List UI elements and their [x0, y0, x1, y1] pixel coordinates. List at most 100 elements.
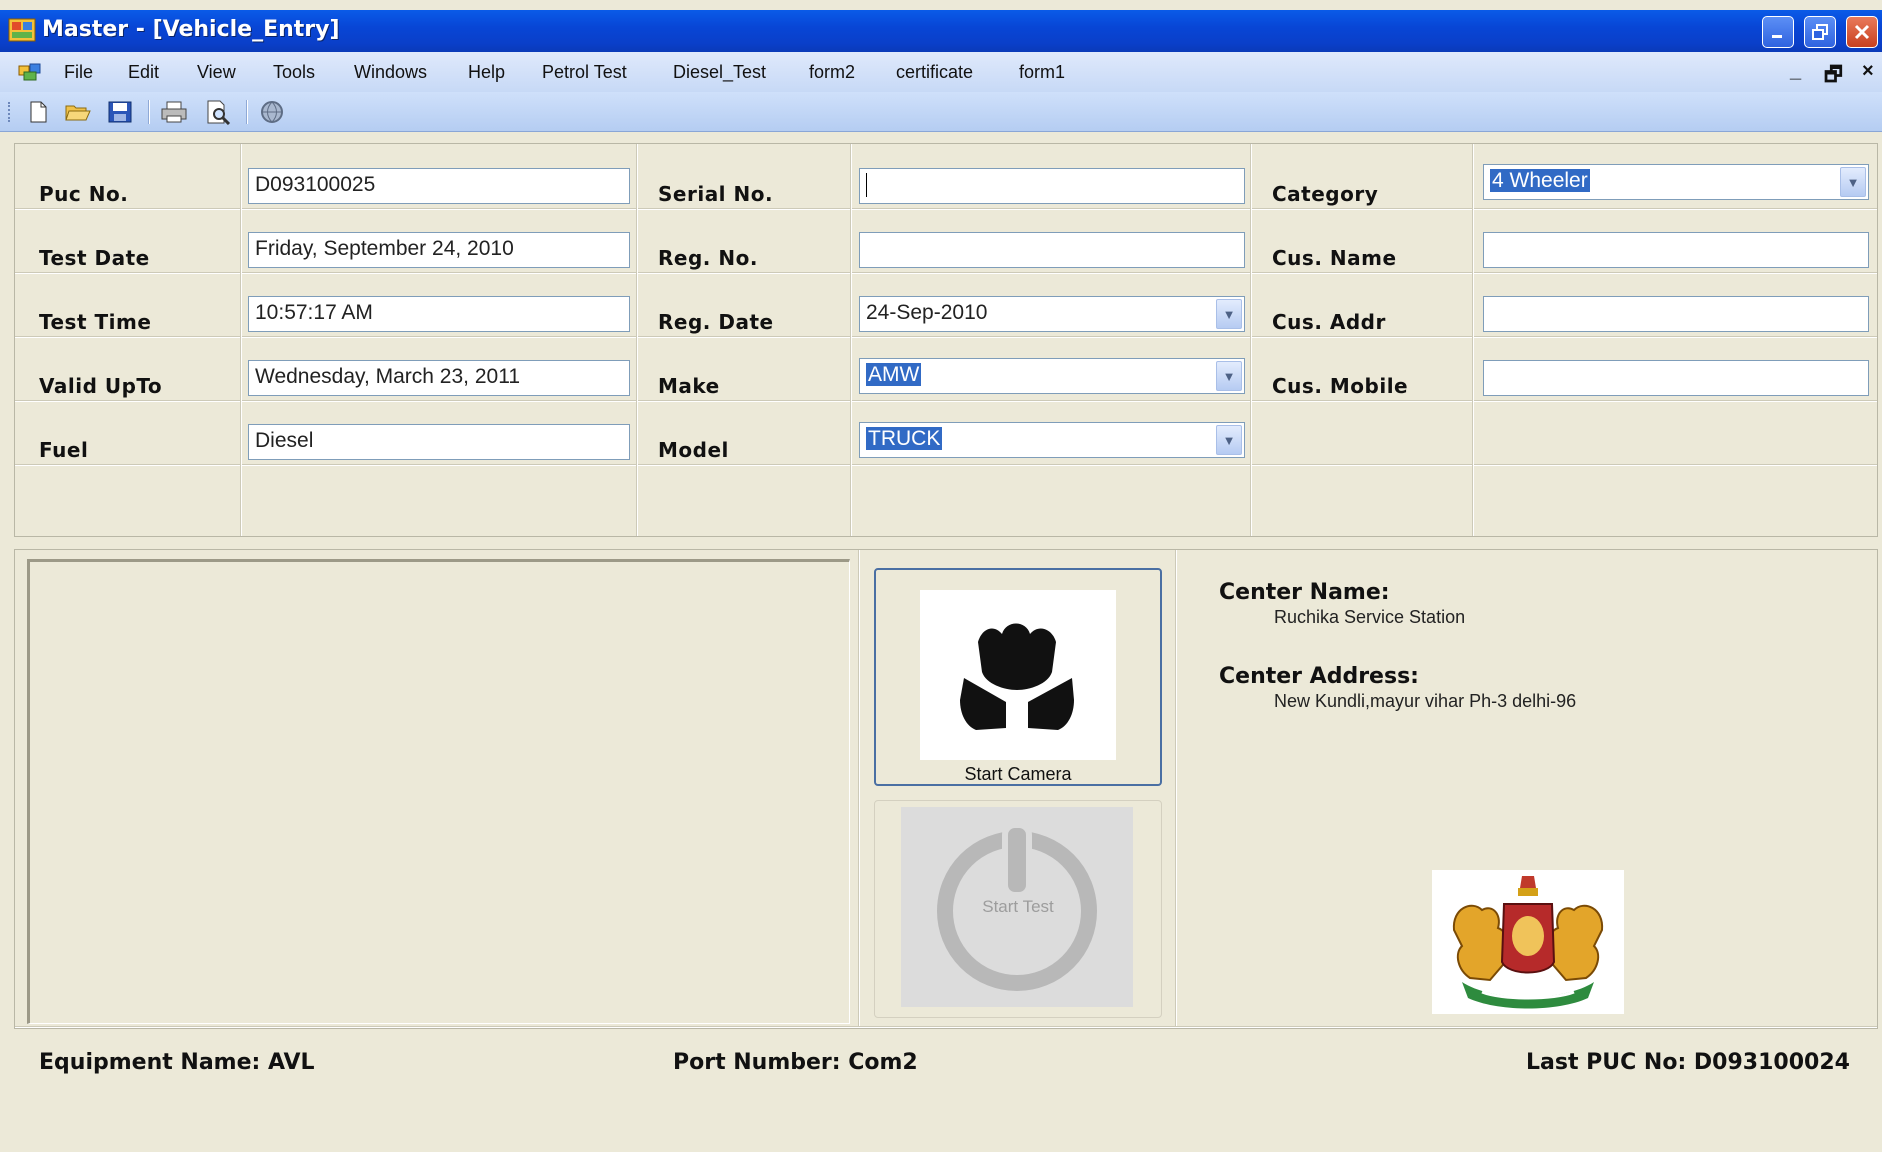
puc-no-field[interactable]: D093100025	[248, 168, 630, 204]
cus-name-field[interactable]	[1483, 232, 1869, 268]
grid-divider	[15, 208, 1877, 210]
menu-view[interactable]: View	[197, 62, 236, 83]
emblem-icon	[1452, 876, 1604, 1009]
serial-no-field[interactable]	[859, 168, 1245, 204]
menu-form1[interactable]: form1	[1019, 62, 1065, 83]
panel-divider	[858, 550, 860, 1028]
port-number-text: Port Number: Com2	[673, 1050, 918, 1075]
toolbar-separator	[148, 100, 150, 124]
cus-addr-field[interactable]	[1483, 296, 1869, 332]
reg-no-label: Reg. No.	[658, 246, 758, 270]
camera-preview	[27, 559, 850, 1024]
start-test-button[interactable]: Start Test	[874, 800, 1162, 1018]
state-emblem-logo	[1432, 870, 1624, 1014]
start-camera-label: Start Camera	[964, 764, 1072, 784]
start-camera-button[interactable]: Start Camera	[874, 568, 1162, 786]
toolbar	[0, 92, 1882, 132]
print-icon[interactable]	[160, 99, 188, 125]
reg-date-picker[interactable]: 24-Sep-2010 ▼	[859, 296, 1245, 332]
model-dropdown[interactable]: TRUCK ▼	[859, 422, 1245, 458]
chevron-down-icon[interactable]: ▼	[1216, 299, 1242, 329]
grid-divider	[15, 400, 1877, 402]
cus-mobile-label: Cus. Mobile	[1272, 374, 1409, 398]
mdi-restore-button[interactable]: 🗗	[1824, 60, 1843, 94]
category-dropdown[interactable]: 4 Wheeler ▼	[1483, 164, 1869, 200]
grid-divider	[1472, 144, 1474, 536]
test-date-label: Test Date	[39, 246, 150, 270]
toolbar-grip[interactable]	[8, 102, 12, 122]
valid-upto-field[interactable]: Wednesday, March 23, 2011	[248, 360, 630, 396]
reg-date-value: 24-Sep-2010	[866, 301, 988, 324]
camera-image	[920, 590, 1116, 760]
chevron-down-icon[interactable]: ▼	[1840, 167, 1866, 197]
center-name-label: Center Name:	[1219, 580, 1390, 605]
toolbar-separator	[246, 100, 248, 124]
restore-icon	[1812, 24, 1828, 40]
test-date-field[interactable]: Friday, September 24, 2010	[248, 232, 630, 268]
minimize-icon	[1772, 35, 1782, 38]
center-address-label: Center Address:	[1219, 664, 1419, 689]
window-title: Master - [Vehicle_Entry]	[42, 17, 340, 42]
fuel-field[interactable]: Diesel	[248, 424, 630, 460]
help-globe-icon[interactable]	[258, 99, 286, 125]
grid-divider	[15, 272, 1877, 274]
chevron-down-icon[interactable]: ▼	[1216, 425, 1242, 455]
menu-tools[interactable]: Tools	[273, 62, 315, 83]
main-window: Master - [Vehicle_Entry] File Edit View …	[0, 0, 1882, 1152]
center-address-value: New Kundli,mayur vihar Ph-3 delhi-96	[1274, 691, 1577, 711]
close-icon	[1854, 24, 1870, 40]
title-bar[interactable]: Master - [Vehicle_Entry]	[0, 10, 1882, 52]
new-icon[interactable]	[24, 99, 52, 125]
test-time-label: Test Time	[39, 310, 152, 334]
grid-divider	[240, 144, 242, 536]
category-value: 4 Wheeler	[1490, 169, 1590, 192]
open-icon[interactable]	[64, 99, 92, 125]
panel-divider	[15, 1026, 1877, 1028]
puc-no-label: Puc No.	[39, 182, 129, 206]
menu-bar: File Edit View Tools Windows Help Petrol…	[0, 52, 1882, 92]
fuel-label: Fuel	[39, 438, 89, 462]
category-label: Category	[1272, 182, 1379, 206]
menu-windows[interactable]: Windows	[354, 62, 427, 83]
reg-no-field[interactable]	[859, 232, 1245, 268]
test-time-field[interactable]: 10:57:17 AM	[248, 296, 630, 332]
minimize-button[interactable]	[1762, 16, 1794, 48]
camera-icon	[960, 623, 1074, 730]
reg-date-label: Reg. Date	[658, 310, 774, 334]
close-button[interactable]	[1846, 16, 1878, 48]
app-icon	[8, 18, 36, 42]
cus-mobile-field[interactable]	[1483, 360, 1869, 396]
valid-upto-label: Valid UpTo	[39, 374, 163, 398]
menu-petrol-test[interactable]: Petrol Test	[542, 62, 627, 83]
make-dropdown[interactable]: AMW ▼	[859, 358, 1245, 394]
serial-no-label: Serial No.	[658, 182, 774, 206]
menu-diesel-test[interactable]: Diesel_Test	[673, 62, 766, 83]
last-puc-no-text: Last PUC No: D093100024	[1526, 1050, 1850, 1075]
grid-divider	[15, 464, 1877, 466]
model-label: Model	[658, 438, 729, 462]
menu-help[interactable]: Help	[468, 62, 505, 83]
menu-certificate[interactable]: certificate	[896, 62, 973, 83]
cus-addr-label: Cus. Addr	[1272, 310, 1386, 334]
make-value: AMW	[866, 363, 922, 386]
mdi-close-button[interactable]: ×	[1862, 60, 1874, 83]
text-cursor	[866, 173, 867, 198]
restore-button[interactable]	[1804, 16, 1836, 48]
menu-form2[interactable]: form2	[809, 62, 855, 83]
grid-divider	[850, 144, 852, 536]
equipment-name-text: Equipment Name: AVL	[39, 1050, 315, 1075]
make-label: Make	[658, 374, 720, 398]
panel-divider	[1175, 550, 1177, 1028]
grid-divider	[1250, 144, 1252, 536]
cus-name-label: Cus. Name	[1272, 246, 1397, 270]
mdi-child-icon[interactable]	[18, 62, 42, 82]
grid-divider	[15, 336, 1877, 338]
grid-divider	[636, 144, 638, 536]
save-icon[interactable]	[106, 99, 134, 125]
mdi-minimize-button[interactable]: _	[1790, 60, 1801, 83]
menu-edit[interactable]: Edit	[128, 62, 159, 83]
model-value: TRUCK	[866, 427, 943, 450]
menu-file[interactable]: File	[64, 62, 93, 83]
chevron-down-icon[interactable]: ▼	[1216, 361, 1242, 391]
print-preview-icon[interactable]	[204, 99, 232, 125]
